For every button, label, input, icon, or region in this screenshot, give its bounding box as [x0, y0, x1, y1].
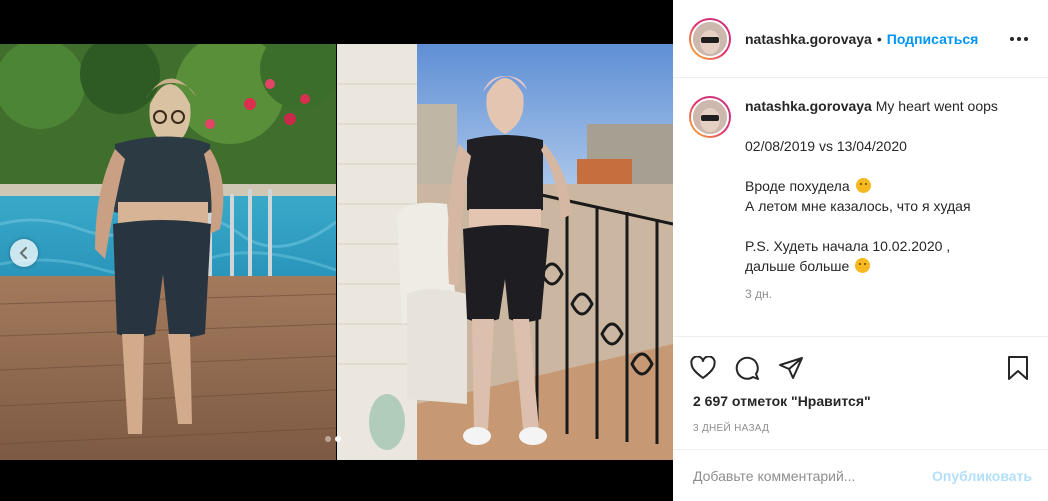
bookmark-icon [1008, 356, 1028, 380]
post-time[interactable]: 3 ДНЕЙ НАЗАД [673, 423, 1048, 434]
caption-line-d: дальше больше [745, 258, 850, 274]
separator-dot: • [876, 30, 882, 47]
caption-line-b: А летом мне казалось, что я худая [745, 198, 971, 214]
caption-line-a: Вроде похудела [745, 178, 850, 194]
post-sidebar: natashka.gorovaya • Подписаться natashka… [673, 0, 1048, 501]
comment-icon [735, 356, 759, 380]
chevron-left-icon [19, 247, 27, 259]
carousel-dot[interactable] [325, 436, 331, 442]
like-button[interactable] [689, 354, 717, 382]
post-header: natashka.gorovaya • Подписаться [673, 0, 1048, 78]
carousel-prev-button[interactable] [10, 239, 38, 267]
comment-button[interactable] [733, 354, 761, 382]
caption-time[interactable]: 3 дн. [745, 284, 1015, 304]
action-bar [673, 337, 1048, 393]
follow-button[interactable]: Подписаться [887, 31, 979, 47]
photo-before [0, 44, 336, 460]
caption-avatar[interactable] [689, 96, 731, 138]
instagram-post: natashka.gorovaya • Подписаться natashka… [0, 0, 1048, 501]
heart-icon [690, 356, 716, 379]
smile-emoji-icon [855, 258, 871, 273]
share-icon [779, 357, 803, 379]
caption-dates: 02/08/2019 vs 13/04/2020 [745, 138, 907, 154]
caption-first-line: My heart went oops [875, 98, 998, 114]
caption-line-c: P.S. Худеть начала 10.02.2020 , [745, 238, 951, 254]
more-icon[interactable] [1006, 29, 1032, 49]
add-comment-form: Опубликовать [673, 449, 1048, 501]
post-caption: natashka.gorovaya My heart went oops 02/… [745, 96, 1015, 334]
likes-count[interactable]: 2 697 отметок "Нравится" [673, 393, 1048, 415]
carousel-dot-active[interactable] [335, 436, 341, 442]
post-actions-area: 2 697 отметок "Нравится" 3 ДНЕЙ НАЗАД [673, 336, 1048, 434]
avatar[interactable] [689, 17, 731, 60]
comments-list[interactable]: natashka.gorovaya My heart went oops 02/… [673, 78, 1048, 334]
share-button[interactable] [777, 354, 805, 382]
post-media[interactable] [0, 0, 673, 501]
publish-button[interactable]: Опубликовать [932, 468, 1032, 484]
post-username[interactable]: natashka.gorovaya [745, 31, 872, 47]
save-button[interactable] [1004, 354, 1032, 382]
thinking-emoji-icon [855, 178, 871, 193]
carousel-indicator [325, 436, 341, 442]
caption-username[interactable]: natashka.gorovaya [745, 98, 872, 114]
photo-after [337, 44, 673, 460]
comment-input[interactable] [693, 467, 933, 484]
